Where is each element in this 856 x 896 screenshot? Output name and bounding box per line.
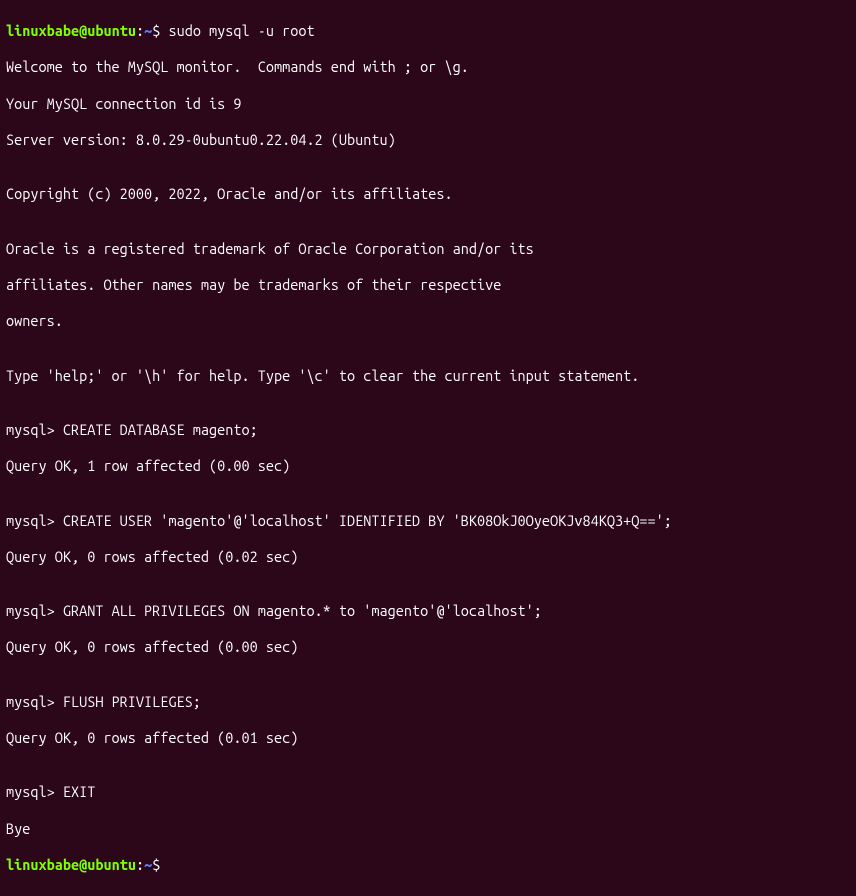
prompt-at: @	[79, 856, 87, 873]
mysql-statement-line: mysql> EXIT	[6, 783, 850, 801]
prompt-path: ~	[144, 856, 152, 873]
mysql-trademark-line: owners.	[6, 312, 850, 330]
sql-flush-privileges: FLUSH PRIVILEGES;	[63, 693, 201, 710]
mysql-copyright: Copyright (c) 2000, 2022, Oracle and/or …	[6, 185, 850, 203]
mysql-trademark-line: affiliates. Other names may be trademark…	[6, 276, 850, 294]
mysql-prompt: mysql>	[6, 512, 63, 529]
sql-exit: EXIT	[63, 783, 95, 800]
prompt-user: linuxbabe	[6, 22, 79, 39]
mysql-prompt: mysql>	[6, 602, 63, 619]
mysql-connection-id: Your MySQL connection id is 9	[6, 95, 850, 113]
shell-prompt-line: linuxbabe@ubuntu:~$ sudo mysql -u root	[6, 22, 850, 40]
mysql-server-version: Server version: 8.0.29-0ubuntu0.22.04.2 …	[6, 131, 850, 149]
mysql-bye: Bye	[6, 820, 850, 838]
shell-prompt-line: linuxbabe@ubuntu:~$	[6, 856, 850, 874]
mysql-prompt: mysql>	[6, 783, 63, 800]
mysql-prompt: mysql>	[6, 421, 63, 438]
prompt-dollar: $	[152, 856, 168, 873]
shell-command: sudo mysql -u root	[168, 22, 314, 39]
mysql-result: Query OK, 0 rows affected (0.00 sec)	[6, 638, 850, 656]
mysql-result: Query OK, 0 rows affected (0.02 sec)	[6, 548, 850, 566]
mysql-result: Query OK, 0 rows affected (0.01 sec)	[6, 729, 850, 747]
mysql-prompt: mysql>	[6, 693, 63, 710]
prompt-dollar: $	[152, 22, 168, 39]
sql-create-database: CREATE DATABASE magento;	[63, 421, 258, 438]
prompt-host: ubuntu	[87, 856, 136, 873]
prompt-host: ubuntu	[87, 22, 136, 39]
mysql-result: Query OK, 1 row affected (0.00 sec)	[6, 457, 850, 475]
mysql-trademark-line: Oracle is a registered trademark of Orac…	[6, 240, 850, 258]
mysql-statement-line: mysql> FLUSH PRIVILEGES;	[6, 693, 850, 711]
prompt-user: linuxbabe	[6, 856, 79, 873]
sql-create-user: CREATE USER 'magento'@'localhost' IDENTI…	[63, 512, 672, 529]
prompt-colon: :	[136, 22, 144, 39]
mysql-help-hint: Type 'help;' or '\h' for help. Type '\c'…	[6, 367, 850, 385]
prompt-at: @	[79, 22, 87, 39]
mysql-statement-line: mysql> CREATE USER 'magento'@'localhost'…	[6, 512, 850, 530]
prompt-colon: :	[136, 856, 144, 873]
mysql-statement-line: mysql> CREATE DATABASE magento;	[6, 421, 850, 439]
mysql-statement-line: mysql> GRANT ALL PRIVILEGES ON magento.*…	[6, 602, 850, 620]
sql-grant-privileges: GRANT ALL PRIVILEGES ON magento.* to 'ma…	[63, 602, 542, 619]
mysql-welcome-line: Welcome to the MySQL monitor. Commands e…	[6, 58, 850, 76]
terminal-output[interactable]: linuxbabe@ubuntu:~$ sudo mysql -u root W…	[0, 0, 856, 896]
prompt-path: ~	[144, 22, 152, 39]
